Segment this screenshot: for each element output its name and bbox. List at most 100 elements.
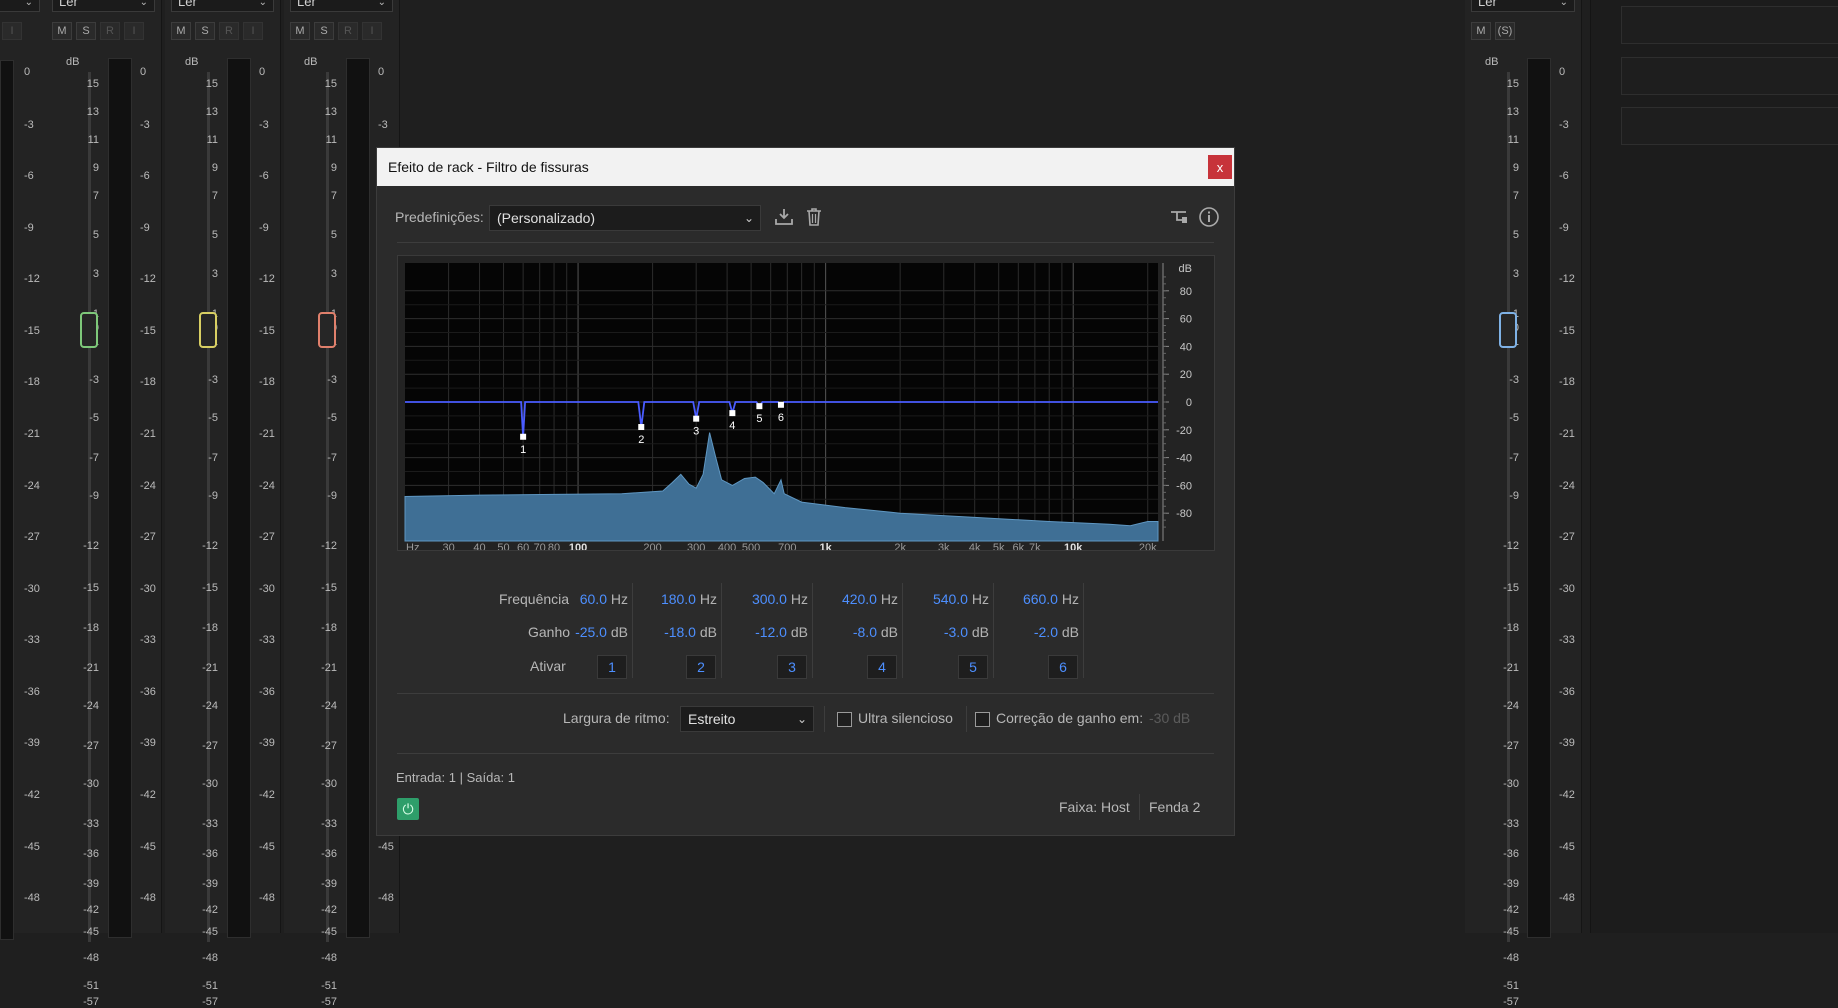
gain-correction-value[interactable]: -30 dB <box>1149 710 1190 726</box>
save-preset-icon[interactable] <box>773 206 795 233</box>
band-gain[interactable]: -3.0 dB <box>914 624 989 640</box>
fader-scale-tick: -36 <box>83 848 99 860</box>
read-mode-select[interactable]: Ler ⌄ <box>171 0 274 12</box>
band-node[interactable] <box>777 401 784 408</box>
meter-scale-tick: -12 <box>259 273 275 285</box>
panel-field[interactable] <box>1621 107 1838 145</box>
band-frequency[interactable]: 540.0 Hz <box>914 591 989 607</box>
meter-scale-tick: -30 <box>1559 583 1575 595</box>
volume-fader-knob[interactable] <box>80 312 98 348</box>
band-node-label: 4 <box>729 420 735 432</box>
record-arm-button[interactable]: R <box>100 22 120 40</box>
x-tick-label: 6k <box>1012 542 1024 550</box>
band-node[interactable] <box>693 415 700 422</box>
band-node[interactable] <box>756 403 763 410</box>
meter-scale-tick: -39 <box>259 737 275 749</box>
read-mode-select[interactable]: Ler ⌄ <box>290 0 393 12</box>
fader-scale-tick: -45 <box>202 926 218 938</box>
read-mode-select[interactable]: ⌄ <box>0 0 40 12</box>
read-mode-select[interactable]: Ler ⌄ <box>1471 0 1575 12</box>
input-monitor-button[interactable]: I <box>243 22 263 40</box>
frequency-response-chart[interactable]: 123 45 6dB806040200-20-40-60-80Hz 30 40 50 60 7… <box>398 256 1214 554</box>
band-node[interactable] <box>729 410 736 417</box>
power-button[interactable]: ⏻ <box>397 798 419 820</box>
dialog-titlebar[interactable]: Efeito de rack - Filtro de fissuras x <box>377 148 1234 186</box>
meter-scale-tick: -18 <box>140 376 156 388</box>
band-gain[interactable]: -18.0 dB <box>642 624 717 640</box>
band-frequency[interactable]: 300.0 Hz <box>733 591 808 607</box>
meter-scale-tick: -3 <box>1559 119 1569 131</box>
band-frequency[interactable]: 180.0 Hz <box>642 591 717 607</box>
solo-button[interactable]: S <box>76 22 96 40</box>
fader-scale-tick: 3 <box>330 268 337 280</box>
band-gain[interactable]: -12.0 dB <box>733 624 808 640</box>
y-tick-label: -40 <box>1176 453 1192 465</box>
meter-scale-tick: -9 <box>259 222 269 234</box>
db-label: dB <box>1485 56 1499 68</box>
band-enable-toggle[interactable]: 5 <box>958 655 988 679</box>
band-frequency[interactable]: 60.0 Hz <box>553 591 628 607</box>
solo-button[interactable]: S <box>195 22 215 40</box>
panel-field[interactable] <box>1621 6 1838 44</box>
input-monitor-button[interactable]: I <box>2 22 22 40</box>
x-tick-label: 500 <box>742 542 760 550</box>
fader-scale-tick: -30 <box>202 778 218 790</box>
routing-icon[interactable] <box>1169 206 1189 233</box>
mute-button[interactable]: M <box>290 22 310 40</box>
rhythm-width-select[interactable]: Estreito ⌄ <box>680 706 814 732</box>
mute-button[interactable]: M <box>1471 22 1491 40</box>
fader-scale-tick: 15 <box>1506 78 1519 90</box>
fader-scale-tick: -9 <box>1509 490 1519 502</box>
band-gain[interactable]: -25.0 dB <box>553 624 628 640</box>
solo-button[interactable]: (S) <box>1495 22 1515 40</box>
gain-correction-checkbox[interactable] <box>975 712 990 727</box>
fader-scale-tick: -57 <box>321 996 337 1008</box>
band-gain[interactable]: -2.0 dB <box>1004 624 1079 640</box>
input-monitor-button[interactable]: I <box>124 22 144 40</box>
volume-fader-knob[interactable] <box>1499 312 1517 348</box>
band-enable-toggle[interactable]: 2 <box>686 655 716 679</box>
preset-select[interactable]: (Personalizado) ⌄ <box>489 205 761 231</box>
fader-scale-tick: -39 <box>321 878 337 890</box>
read-mode-select[interactable]: Ler ⌄ <box>52 0 155 12</box>
band-enable-toggle[interactable]: 1 <box>597 655 627 679</box>
band-frequency[interactable]: 420.0 Hz <box>823 591 898 607</box>
notch-filter-graph[interactable]: 1 2 3 4 5 6 dB 80 60 40 20 0 -20 -40 -60 -80 Hz 30 40 50 60 7… <box>397 255 1215 554</box>
panel-field[interactable] <box>1621 57 1838 95</box>
fader-scale-tick: 15 <box>205 78 218 90</box>
x-tick-label: 80 <box>548 542 560 550</box>
chevron-down-icon: ⌄ <box>1559 0 1568 8</box>
input-monitor-button[interactable]: I <box>362 22 382 40</box>
fader-scale-tick: -7 <box>327 452 337 464</box>
record-arm-button[interactable]: R <box>219 22 239 40</box>
solo-button[interactable]: S <box>314 22 334 40</box>
band-node[interactable] <box>520 433 527 440</box>
band-gain[interactable]: -8.0 dB <box>823 624 898 640</box>
fader-scale-tick: -21 <box>1503 662 1519 674</box>
divider <box>902 583 903 678</box>
band-node[interactable] <box>638 424 645 431</box>
y-tick-label: -60 <box>1176 480 1192 492</box>
fader-scale-tick: 5 <box>1512 229 1519 241</box>
mute-button[interactable]: M <box>171 22 191 40</box>
band-enable-toggle[interactable]: 3 <box>777 655 807 679</box>
fader-scale-tick: -9 <box>208 490 218 502</box>
info-icon[interactable] <box>1198 206 1220 233</box>
scale-tick: -24 <box>24 480 40 492</box>
fader-scale-tick: -33 <box>321 818 337 830</box>
band-enable-toggle[interactable]: 6 <box>1048 655 1078 679</box>
volume-fader-knob[interactable] <box>318 312 336 348</box>
ultra-quiet-checkbox[interactable] <box>837 712 852 727</box>
record-arm-button[interactable]: R <box>338 22 358 40</box>
x-tick-label: 2k <box>894 542 906 550</box>
band-frequency[interactable]: 660.0 Hz <box>1004 591 1079 607</box>
rhythm-width-value: Estreito <box>688 711 736 727</box>
volume-fader-knob[interactable] <box>199 312 217 348</box>
y-tick-label: 0 <box>1186 397 1192 409</box>
mute-button[interactable]: M <box>52 22 72 40</box>
scale-tick: -3 <box>24 119 34 131</box>
close-button[interactable]: x <box>1208 155 1232 179</box>
band-enable-toggle[interactable]: 4 <box>867 655 897 679</box>
trash-icon[interactable] <box>804 206 824 233</box>
meter-scale-tick: -33 <box>259 634 275 646</box>
